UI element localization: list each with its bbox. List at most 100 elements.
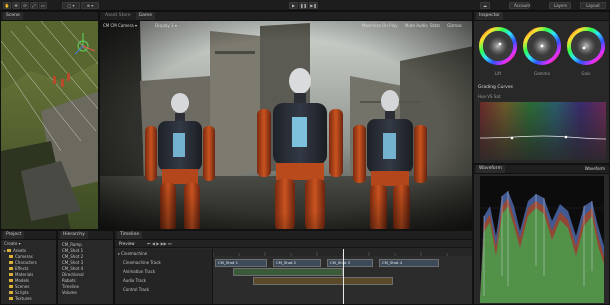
timeline-clip[interactable]: CM_Shot 3 [327, 259, 373, 267]
tab-timeline[interactable]: Timeline [117, 231, 143, 239]
track-list: Cinemachine Cinemachine Track Animation … [115, 249, 213, 304]
track-group-label: Cinemachine [121, 251, 148, 256]
hierarchy-item[interactable]: Volume [62, 290, 77, 295]
timeline-transport[interactable]: ⏮ ◀ ▶ ▶▶ ⏭ [147, 241, 172, 246]
folder-label: Textures [15, 296, 32, 301]
account-label: Account [514, 3, 531, 8]
gain-label: Gain [581, 71, 591, 76]
timeline-toolbar: Preview ⏮ ◀ ▶ ▶▶ ⏭ [115, 240, 472, 248]
hand-tool-icon[interactable]: ✋ [3, 2, 11, 9]
waveform-title: Waveform [584, 166, 605, 171]
folder-icon [9, 297, 13, 300]
create-label: Create [4, 241, 18, 246]
pivot-toggle[interactable]: ▢ ▾ [62, 2, 80, 9]
curve-channel[interactable]: Hue VS Sat [478, 94, 500, 99]
audio-clip[interactable] [253, 277, 393, 285]
preview-toggle[interactable]: Preview [119, 241, 135, 246]
hierarchy-item[interactable]: CM_Ramp [62, 242, 82, 247]
expand-icon [4, 250, 6, 252]
mute-toggle[interactable]: Mute Audio [405, 22, 428, 29]
rotate-tool-icon[interactable]: ⟳ [21, 2, 29, 9]
tab-game[interactable]: Game [135, 12, 156, 20]
inspector-panel: Inspector Lift Gamma Gain Grading Curves… [473, 11, 610, 164]
curves-title: Grading Curves [478, 85, 513, 90]
gain-wheel[interactable]: Gain [566, 26, 606, 81]
layout-dropdown[interactable]: Layout [580, 2, 606, 9]
folder-icon [9, 267, 13, 270]
tab-waveform[interactable]: Waveform [476, 165, 505, 173]
hierarchy-item[interactable]: CM_Shot 2 [62, 254, 83, 259]
hierarchy-item[interactable]: Directional [62, 272, 84, 277]
gamma-wheel[interactable]: Gamma [522, 26, 562, 81]
hierarchy-panel: Hierarchy CM_Ramp CM_Shot 1 CM_Shot 2 CM… [57, 230, 114, 305]
folder-icon [9, 273, 13, 276]
tab-project[interactable]: Project [3, 231, 25, 239]
layers-dropdown[interactable]: Layers [549, 2, 571, 9]
folder-scripts[interactable]: Scripts [9, 290, 29, 295]
folder-label: Cameras [15, 254, 33, 259]
folder-icon [9, 261, 13, 264]
rect-tool-icon[interactable]: ▭ [39, 2, 47, 9]
display-select[interactable]: Display 1 ▾ [155, 22, 177, 29]
folder-icon [9, 279, 13, 282]
hierarchy-item[interactable]: CM_Shot 3 [62, 260, 83, 265]
track-animation[interactable]: Animation Track [123, 269, 155, 274]
timeline-clip[interactable]: CM_Shot 4 [379, 259, 439, 267]
folder-label: Models [15, 278, 30, 283]
hierarchy-item[interactable]: Timeline [62, 284, 79, 289]
folder-icon [7, 249, 11, 252]
step-button[interactable]: ▶❚ [309, 2, 318, 9]
tab-inspector[interactable]: Inspector [476, 12, 503, 20]
folder-label: Effects [15, 266, 29, 271]
game-viewport[interactable] [100, 21, 473, 230]
timeline-panel: Timeline Preview ⏮ ◀ ▶ ▶▶ ⏭ Cinemachine … [114, 230, 473, 305]
project-panel: Project Create ▾ Assets Cameras Characte… [0, 230, 57, 305]
account-dropdown[interactable]: Account [509, 2, 531, 9]
pause-button[interactable]: ❚❚ [299, 2, 308, 9]
folder-label: Assets [13, 248, 27, 253]
folder-textures[interactable]: Textures [9, 296, 32, 301]
folder-scenes[interactable]: Scenes [9, 284, 29, 289]
folder-materials[interactable]: Materials [9, 272, 33, 277]
tab-asset-store[interactable]: Asset Store [102, 12, 134, 20]
track-control[interactable]: Control Track [123, 287, 149, 292]
folder-label: Materials [15, 272, 34, 277]
hierarchy-item[interactable]: CM_Shot 1 [62, 248, 83, 253]
hierarchy-item[interactable]: CM_Shot 4 [62, 266, 83, 271]
timeline-clip[interactable]: CM_Shot 2 [273, 259, 321, 267]
lift-wheel[interactable]: Lift [478, 26, 518, 81]
play-button[interactable]: ▶ [289, 2, 298, 9]
scale-tool-icon[interactable]: ⤢ [30, 2, 38, 9]
project-create-button[interactable]: Create ▾ [4, 241, 21, 246]
timeline-tracks-area[interactable]: CM_Shot 1 CM_Shot 2 CM_Shot 3 CM_Shot 4 [213, 249, 472, 304]
animation-clip[interactable] [233, 268, 343, 276]
game-panel: Asset Store Game CM CM Camera ▾ Display … [99, 11, 473, 230]
grading-curve-editor[interactable] [480, 102, 606, 160]
playhead[interactable] [343, 249, 344, 304]
move-tool-icon[interactable]: ✥ [12, 2, 20, 9]
tab-hierarchy[interactable]: Hierarchy [60, 231, 88, 239]
display-label: Display 1 [155, 23, 174, 28]
folder-characters[interactable]: Characters [9, 260, 37, 265]
folder-models[interactable]: Models [9, 278, 29, 283]
timeline-clip[interactable]: CM_Shot 1 [215, 259, 267, 267]
maximize-toggle[interactable]: Maximize On Play [362, 22, 398, 29]
layout-label: Layout [586, 3, 600, 8]
track-cinemachine[interactable]: Cinemachine Track [123, 260, 161, 265]
hierarchy-item[interactable]: Robots [62, 278, 76, 283]
folder-assets[interactable]: Assets [4, 248, 26, 253]
folder-icon [9, 255, 13, 258]
scene-viewport[interactable] [1, 21, 99, 230]
gizmos-dropdown[interactable]: Gizmos [447, 22, 462, 29]
folder-cameras[interactable]: Cameras [9, 254, 33, 259]
folder-icon [9, 291, 13, 294]
folder-effects[interactable]: Effects [9, 266, 29, 271]
camera-select[interactable]: CM CM Camera ▾ [103, 22, 137, 29]
track-group[interactable]: Cinemachine [118, 251, 147, 256]
stats-toggle[interactable]: Stats [430, 22, 440, 29]
collab-icon[interactable]: ☁ [480, 2, 490, 9]
track-audio[interactable]: Audio Track [123, 278, 146, 283]
timeline-tabbar: Timeline [115, 231, 472, 240]
tab-scene[interactable]: Scene [3, 12, 23, 20]
global-toggle[interactable]: ⊕ ▾ [81, 2, 99, 9]
